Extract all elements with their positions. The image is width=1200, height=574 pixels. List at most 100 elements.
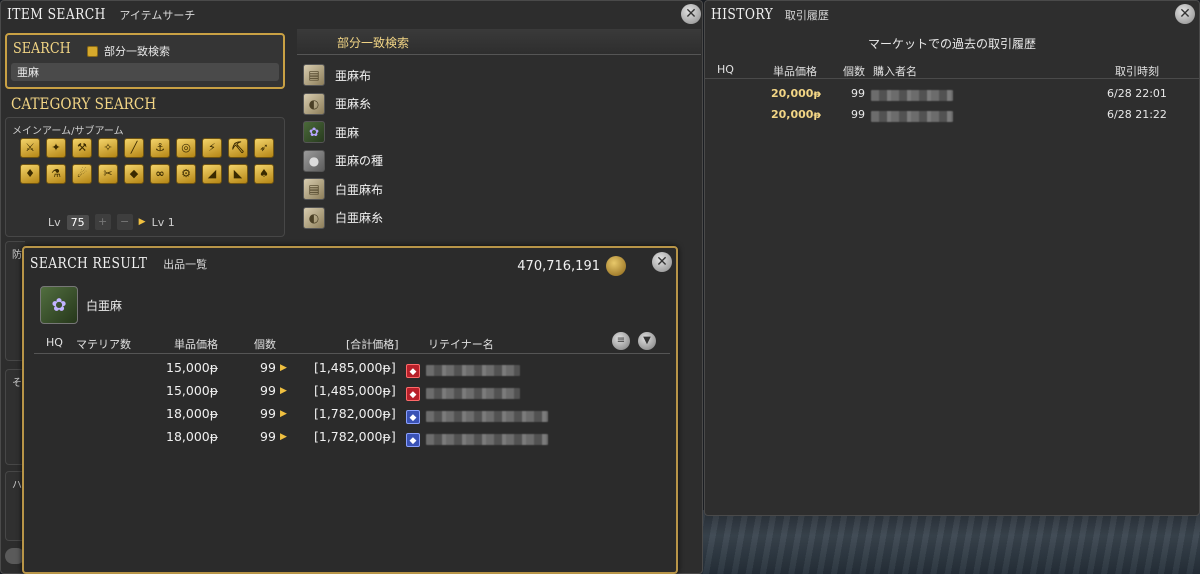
category-icon[interactable]: ◣ — [228, 164, 248, 184]
history-title: HISTORY — [711, 5, 774, 23]
search-input[interactable] — [11, 63, 279, 81]
item-name: 亜麻 — [335, 125, 360, 140]
category-icon[interactable]: ☄ — [72, 164, 92, 184]
arrow-right-icon: ▶ — [280, 409, 287, 419]
category-icon[interactable]: ♦ — [20, 164, 40, 184]
gil-coin-icon — [606, 256, 626, 276]
history-price: 20,000ᵽ — [771, 87, 821, 100]
list-view-icon[interactable]: ≡ — [612, 332, 630, 350]
category-search-title: CATEGORY SEARCH — [11, 94, 157, 113]
category-icon[interactable]: ◢ — [202, 164, 222, 184]
item-name: 亜麻布 — [335, 68, 372, 83]
category-panel: メインアーム/サブアーム ⚔ ✦ ⚒ ✧ ╱ ⚓ ◎ ⚡ ⛏ ➶ ♦ ⚗ ☄ ✂ ◆ ∞ ⚙ ◢ ◣ ♠ Lv 75 … — [5, 117, 285, 237]
history-time: 6/28 21:22 — [1107, 108, 1167, 121]
search-panel: SEARCH 部分一致検索 — [5, 33, 285, 89]
category-icon[interactable]: ♠ — [254, 164, 274, 184]
table-row[interactable]: 18,000ᵽ 99 ▶ [1,782,000ᵽ] ◆ — [34, 429, 670, 451]
retainer-name-redacted — [426, 365, 520, 376]
col-qty: 個数 — [254, 338, 276, 351]
yarn-icon: ◐ — [303, 92, 325, 115]
table-row[interactable]: 18,000ᵽ 99 ▶ [1,782,000ᵽ] ◆ — [34, 406, 670, 428]
arrow-right-icon: ▶ — [280, 363, 287, 373]
item-name: 白亜麻布 — [335, 182, 384, 197]
item-name: 白亜麻糸 — [335, 211, 384, 226]
search-result-window: SEARCH RESULT 出品一覧 470,716,191 ✕ ✿ 白亜麻 H… — [22, 246, 678, 574]
lv-minus-button[interactable]: − — [116, 214, 133, 230]
yarn-icon: ◐ — [303, 206, 325, 229]
partial-match-label: 部分一致検索 — [104, 45, 170, 58]
history-qty: 99 — [851, 108, 865, 121]
total-price: [1,782,000ᵽ] — [314, 429, 396, 444]
col-hq: HQ — [717, 63, 734, 76]
flower-icon: ✿ — [40, 286, 78, 324]
history-heading: マーケットでの過去の取引履歴 — [867, 37, 1036, 51]
category-icon[interactable]: ◎ — [176, 138, 196, 158]
col-materia: マテリア数 — [76, 338, 131, 351]
lv-target: Lv 1 — [151, 215, 175, 229]
list-item[interactable]: ● 亜麻の種 — [297, 147, 701, 176]
list-item[interactable]: ▤ 亜麻布 — [297, 61, 701, 90]
category-icon[interactable]: ⚗ — [46, 164, 66, 184]
seed-icon: ● — [303, 149, 325, 172]
total-price: [1,485,000ᵽ] — [314, 360, 396, 375]
category-icon[interactable]: ⛏ — [228, 138, 248, 158]
history-qty: 99 — [851, 87, 865, 100]
table-row[interactable]: 15,000ᵽ 99 ▶ [1,485,000ᵽ] ◆ — [34, 383, 670, 405]
retainer-class-icon: ◆ — [406, 364, 420, 378]
category-icon[interactable]: ✂ — [98, 164, 118, 184]
list-item[interactable]: ◐ 亜麻糸 — [297, 90, 701, 119]
category-icon[interactable]: ⚓ — [150, 138, 170, 158]
item-search-title: ITEM SEARCH — [7, 5, 106, 23]
retainer-name-redacted — [426, 388, 520, 399]
lv-plus-button[interactable]: + — [94, 214, 111, 230]
filter-icon[interactable]: ▼ — [638, 332, 656, 350]
col-price: 単品価格 — [773, 65, 817, 78]
cloth-icon: ▤ — [303, 64, 325, 87]
category-icon[interactable]: ∞ — [150, 164, 170, 184]
lv-label: Lv — [48, 215, 61, 229]
result-list: ▤ 亜麻布 ◐ 亜麻糸 ✿ 亜麻 ● 亜麻の種 ▤ 白亜麻布 ◐ 白亜麻糸 — [297, 61, 701, 232]
history-window: HISTORY 取引履歴 ✕ マーケットでの過去の取引履歴 HQ 単品価格 個数… — [704, 0, 1200, 516]
list-item[interactable]: ▤ 白亜麻布 — [297, 175, 701, 204]
category-icon[interactable]: ✧ — [98, 138, 118, 158]
buyer-name-redacted — [871, 111, 953, 122]
history-time: 6/28 22:01 — [1107, 87, 1167, 100]
lv-value-input[interactable]: 75 — [66, 214, 89, 230]
item-name: 亜麻の種 — [335, 154, 384, 169]
table-row[interactable]: 20,000ᵽ 99 6/28 21:22 — [705, 108, 1199, 128]
selected-item-name: 白亜麻 — [86, 298, 123, 313]
history-title-bar[interactable]: HISTORY 取引履歴 — [711, 5, 829, 23]
category-icon[interactable]: ⚡ — [202, 138, 222, 158]
col-buyer: 購入者名 — [873, 65, 917, 78]
selected-item: ✿ 白亜麻 — [40, 286, 122, 324]
retainer-name-redacted — [426, 434, 548, 445]
quantity: 99 — [260, 406, 276, 421]
checkbox-icon[interactable] — [87, 45, 98, 57]
category-icon[interactable]: ⚔ — [20, 138, 40, 158]
category-icon[interactable]: ➶ — [254, 138, 274, 158]
gil-display: 470,716,191 — [517, 256, 626, 276]
search-result-title-bar[interactable]: SEARCH RESULT 出品一覧 — [30, 254, 207, 272]
search-result-close-icon[interactable]: ✕ — [652, 252, 672, 272]
list-item[interactable]: ◐ 白亜麻糸 — [297, 204, 701, 233]
category-icon[interactable]: ◆ — [124, 164, 144, 184]
category-icon[interactable]: ⚒ — [72, 138, 92, 158]
category-icon[interactable]: ⚙ — [176, 164, 196, 184]
category-icon[interactable]: ╱ — [124, 138, 144, 158]
table-row[interactable]: 20,000ᵽ 99 6/28 22:01 — [705, 87, 1199, 107]
retainer-class-icon: ◆ — [406, 410, 420, 424]
col-hq: HQ — [46, 336, 63, 349]
item-search-close-icon[interactable]: ✕ — [681, 4, 701, 24]
item-search-title-bar[interactable]: ITEM SEARCH アイテムサーチ — [7, 5, 195, 23]
col-retainer: リテイナー名 — [428, 338, 494, 351]
list-item[interactable]: ✿ 亜麻 — [297, 118, 701, 147]
quantity: 99 — [260, 360, 276, 375]
unit-price: 18,000ᵽ — [166, 429, 219, 444]
table-row[interactable]: 15,000ᵽ 99 ▶ [1,485,000ᵽ] ◆ — [34, 360, 670, 382]
total-price: [1,782,000ᵽ] — [314, 406, 396, 421]
history-close-icon[interactable]: ✕ — [1175, 4, 1195, 24]
category-sub-label: メインアーム/サブアーム — [12, 126, 124, 137]
category-icon[interactable]: ✦ — [46, 138, 66, 158]
partial-match-checkbox[interactable]: 部分一致検索 — [87, 43, 170, 59]
arrow-right-icon: ▶ — [280, 386, 287, 396]
